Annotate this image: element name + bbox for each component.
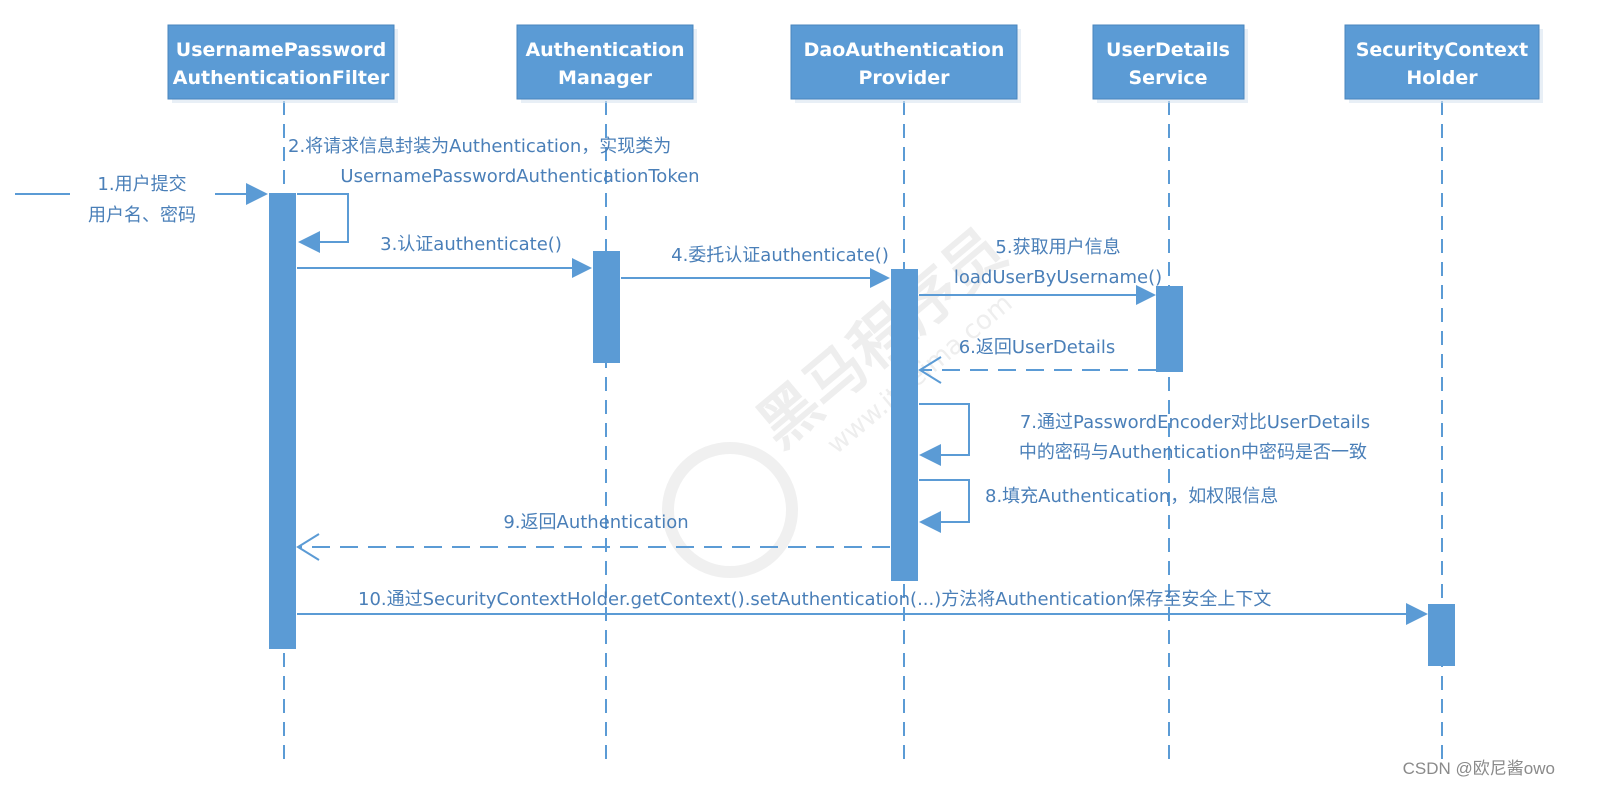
message-label: 7.通过PasswordEncoder对比UserDetails — [1020, 412, 1370, 433]
message-label: UsernamePasswordAuthenticationToken — [340, 166, 699, 187]
message-label: 10.通过SecurityContextHolder.getContext().… — [358, 589, 1271, 610]
message-label: 中的密码与Authentication中密码是否一致 — [1019, 442, 1367, 463]
participant-uds: UserDetails Service — [1092, 24, 1248, 103]
arrow-head-icon — [572, 258, 592, 278]
message-label: loadUserByUsername() — [954, 267, 1162, 288]
participant-label-line2: Holder — [1406, 67, 1478, 89]
credit-watermark: CSDN @欧尼酱owo — [1402, 759, 1555, 778]
message-1: 1.用户提交 用户名、密码 — [15, 174, 268, 226]
message-7: 7.通过PasswordEncoder对比UserDetails 中的密码与Au… — [919, 403, 1370, 466]
activation-provider — [891, 269, 918, 581]
message-8: 8.填充Authentication，如权限信息 — [919, 479, 1278, 533]
message-label: 5.获取用户信息 — [995, 237, 1120, 258]
arrow-head-icon — [870, 268, 890, 288]
participant-label-line1: Authentication — [525, 39, 684, 61]
message-label: 9.返回Authentication — [503, 512, 688, 533]
message-3: 3.认证authenticate() — [297, 234, 592, 278]
watermark-logo-icon — [662, 442, 798, 578]
participant-label-line1: DaoAuthentication — [804, 39, 1005, 61]
participant-filter: UsernamePassword AuthenticationFilter — [167, 24, 398, 103]
sequence-diagram: 黑马程序员 www.itheima.com UsernamePassword A… — [15, 24, 1543, 760]
message-label: 6.返回UserDetails — [959, 337, 1116, 358]
participant-label-line1: UsernamePassword — [176, 39, 386, 61]
participant-label-line2: Manager — [558, 67, 653, 89]
message-4: 4.委托认证authenticate() — [621, 245, 890, 288]
message-10: 10.通过SecurityContextHolder.getContext().… — [297, 589, 1428, 625]
activation-manager — [593, 251, 620, 363]
arrow-head-icon — [1406, 603, 1428, 625]
message-label: 用户名、密码 — [88, 205, 196, 226]
message-label: 1.用户提交 — [97, 174, 186, 195]
message-label: 8.填充Authentication，如权限信息 — [985, 486, 1278, 507]
participant-sch: SecurityContext Holder — [1344, 24, 1543, 103]
participant-manager: Authentication Manager — [516, 24, 697, 103]
activation-uds — [1156, 286, 1183, 372]
activation-sch — [1428, 604, 1455, 666]
arrow-head-icon — [298, 231, 320, 253]
arrow-head-icon — [919, 511, 941, 533]
message-label: 2.将请求信息封装为Authentication，实现类为 — [288, 136, 671, 157]
arrow-head-icon — [1136, 285, 1156, 305]
participant-label-line1: UserDetails — [1106, 39, 1230, 61]
activation-filter — [269, 193, 296, 649]
message-label: 3.认证authenticate() — [380, 234, 562, 255]
participant-label-line2: Provider — [858, 67, 950, 89]
message-label: 4.委托认证authenticate() — [671, 245, 889, 266]
arrow-head-icon — [246, 183, 268, 205]
arrow-head-icon — [919, 444, 941, 466]
participant-provider: DaoAuthentication Provider — [790, 24, 1021, 103]
message-9: 9.返回Authentication — [296, 512, 890, 561]
participant-label-line2: AuthenticationFilter — [173, 67, 390, 89]
participant-label-line1: SecurityContext — [1356, 39, 1529, 61]
participant-label-line2: Service — [1129, 67, 1208, 89]
